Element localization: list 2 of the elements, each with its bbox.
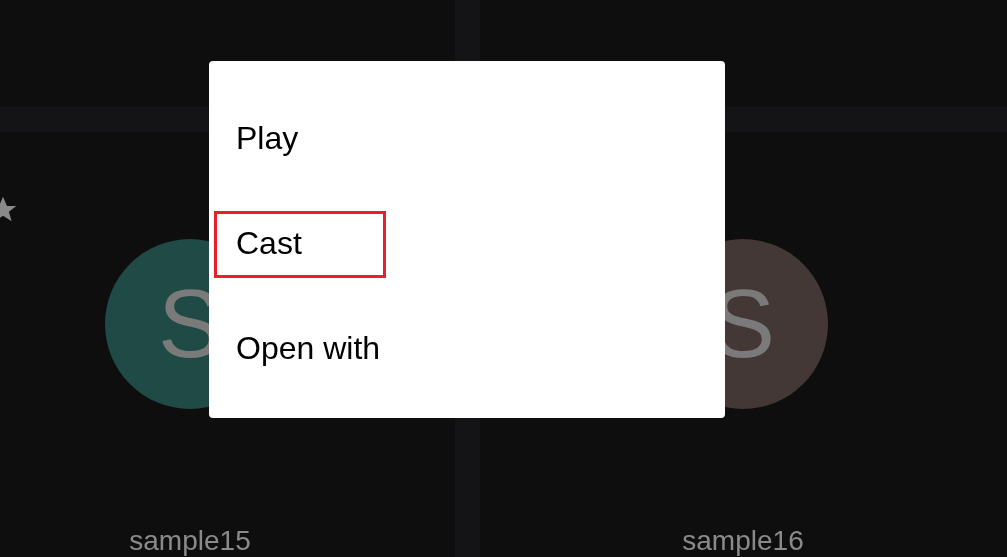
tile-title: sample15	[129, 527, 251, 555]
tile-title: sample16	[682, 527, 804, 555]
